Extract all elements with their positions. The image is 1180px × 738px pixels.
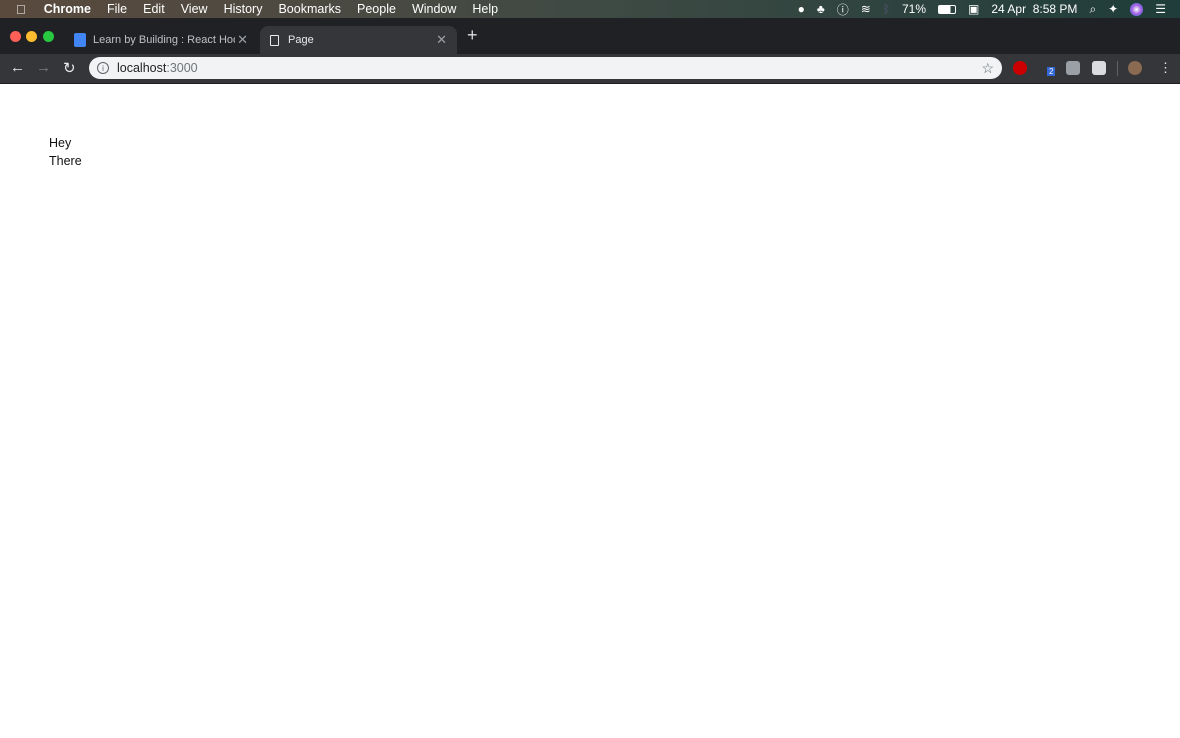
bookmark-star-icon[interactable]: ☆	[981, 60, 994, 77]
battery-percent[interactable]: 71%	[902, 2, 926, 16]
menu-history[interactable]: History	[216, 2, 271, 16]
extension-k-icon[interactable]	[1066, 61, 1080, 75]
wifi-icon[interactable]: ≋	[861, 2, 871, 16]
apple-icon[interactable]: 	[0, 2, 36, 17]
tab-page[interactable]: Page ✕	[260, 26, 457, 54]
toolbar-divider	[1117, 61, 1118, 76]
spotlight-search-icon[interactable]: ⌕	[1089, 2, 1096, 17]
reload-button[interactable]: ↻	[63, 59, 76, 77]
tab-learn-by-building[interactable]: Learn by Building : React Hook ✕	[64, 26, 258, 54]
youtube-extension-icon[interactable]	[1013, 61, 1027, 75]
tab-title: Learn by Building : React Hook	[93, 34, 235, 46]
github-extension-icon[interactable]	[1092, 61, 1106, 75]
address-bar[interactable]: i localhost:3000 ☆	[89, 57, 1002, 79]
status-extra-icon[interactable]: ✦	[1108, 2, 1118, 16]
menu-people[interactable]: People	[349, 2, 404, 16]
extension-badge: 2	[1047, 67, 1056, 76]
profile-avatar[interactable]	[1128, 61, 1142, 75]
site-info-icon[interactable]: i	[97, 62, 109, 74]
battery-icon[interactable]	[938, 4, 957, 14]
back-button[interactable]: ←	[10, 59, 25, 76]
display-icon[interactable]: ▣	[968, 2, 979, 16]
browser-toolbar: ← → ↻ i localhost:3000 ☆ 2 ⋮	[0, 54, 1180, 84]
url-port: :3000	[166, 61, 198, 75]
menu-view[interactable]: View	[173, 2, 216, 16]
forward-button[interactable]: →	[36, 59, 51, 76]
zoom-window-button[interactable]	[43, 31, 54, 42]
accessibility-icon[interactable]: ⓘ	[837, 1, 849, 18]
new-tab-button[interactable]: +	[467, 26, 478, 44]
keychain-icon[interactable]: ♣	[817, 2, 825, 16]
macos-menu-bar:  Chrome File Edit View History Bookmark…	[0, 0, 1180, 18]
url-host: localhost	[117, 61, 167, 75]
menu-window[interactable]: Window	[404, 2, 464, 16]
text-line-there: There	[49, 154, 82, 168]
menu-chrome[interactable]: Chrome	[36, 2, 99, 16]
menu-edit[interactable]: Edit	[135, 2, 173, 16]
page-content: Hey There	[49, 134, 82, 170]
google-docs-icon	[74, 33, 86, 47]
menu-bookmarks[interactable]: Bookmarks	[270, 2, 349, 16]
menu-file[interactable]: File	[99, 2, 135, 16]
tab-strip: Learn by Building : React Hook ✕ Page ✕ …	[0, 18, 1180, 54]
close-tab-icon[interactable]: ✕	[436, 32, 447, 48]
extension-icon[interactable]: 2	[1040, 61, 1056, 76]
bluetooth-icon[interactable]: ᛒ	[883, 2, 890, 16]
siri-icon[interactable]	[1130, 2, 1144, 16]
close-window-button[interactable]	[10, 31, 21, 42]
menu-help[interactable]: Help	[464, 2, 506, 16]
notification-center-icon[interactable]: ☰	[1155, 2, 1166, 16]
tab-title: Page	[288, 34, 314, 46]
chrome-menu-button[interactable]: ⋮	[1159, 60, 1172, 76]
text-line-hey: Hey	[49, 136, 72, 150]
minimize-window-button[interactable]	[26, 31, 37, 42]
page-icon	[270, 34, 279, 46]
clock[interactable]: 24 Apr 8:58 PM	[991, 2, 1077, 16]
close-tab-icon[interactable]: ✕	[237, 32, 248, 48]
status-app-icon[interactable]: ●	[798, 2, 805, 16]
